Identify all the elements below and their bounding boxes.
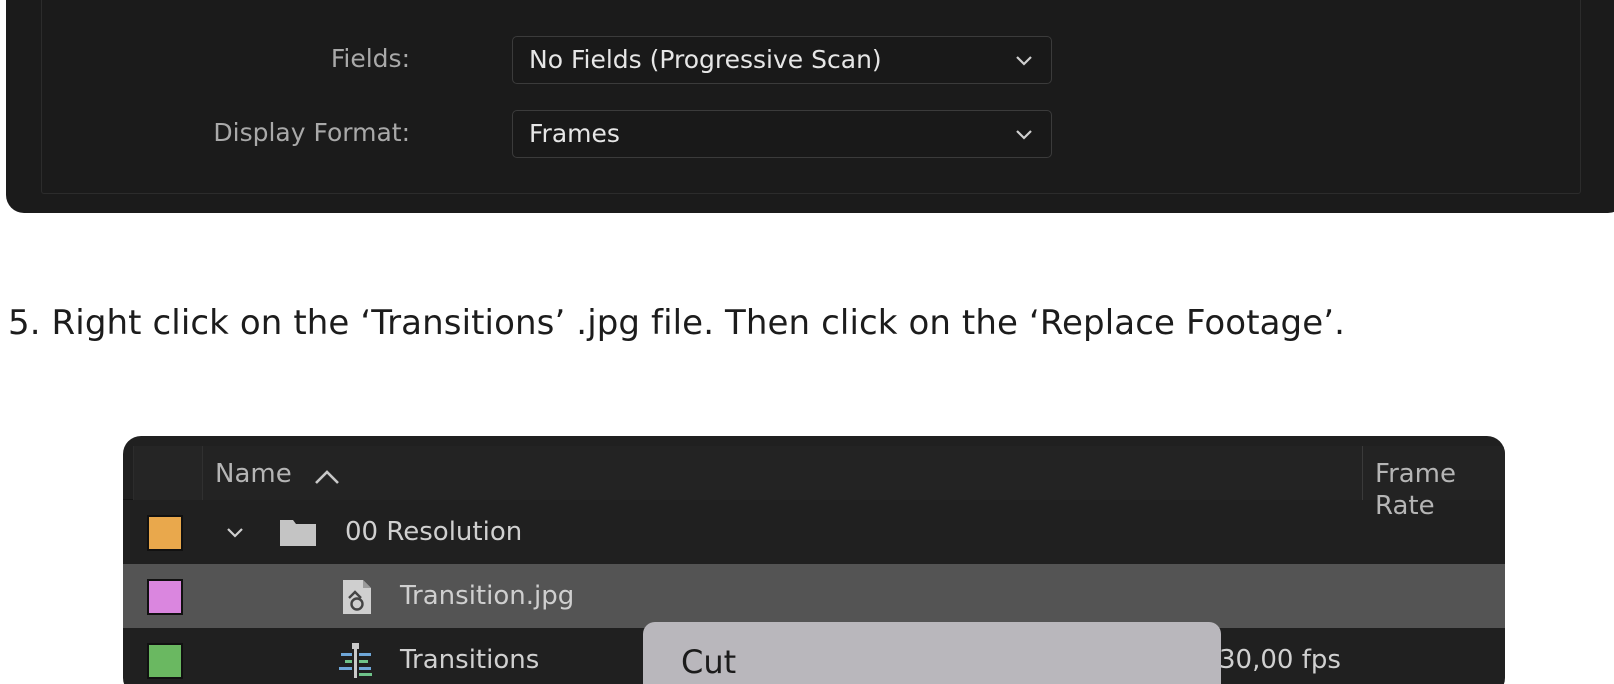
- display-format-dropdown[interactable]: Frames: [512, 110, 1052, 158]
- instruction-step-5: 5. Right click on the ‘Transitions’ .jpg…: [8, 303, 1346, 343]
- item-name: Transition.jpg: [400, 581, 575, 611]
- label-column-header[interactable]: [133, 446, 203, 500]
- frame-rate-column-header[interactable]: Frame Rate: [1363, 446, 1505, 521]
- project-item-00-resolution[interactable]: 00 Resolution: [123, 500, 1505, 564]
- chevron-down-icon[interactable]: [223, 522, 247, 542]
- chevron-down-icon: [1016, 130, 1032, 140]
- composition-icon: [339, 643, 372, 678]
- settings-group-box: Fields: No Fields (Progressive Scan) Dis…: [41, 0, 1581, 194]
- label-color-swatch[interactable]: [147, 579, 183, 615]
- item-name: Transitions: [400, 645, 540, 675]
- fields-label: Fields:: [330, 44, 410, 73]
- composition-settings-panel: Fields: No Fields (Progressive Scan) Dis…: [6, 0, 1614, 213]
- name-column-header[interactable]: Name: [203, 446, 1363, 500]
- display-format-label: Display Format:: [213, 118, 410, 147]
- fields-value: No Fields (Progressive Scan): [529, 45, 882, 74]
- project-item-transition-jpg[interactable]: Transition.jpg: [123, 564, 1505, 628]
- display-format-value: Frames: [529, 119, 620, 148]
- sort-ascending-icon[interactable]: [313, 468, 341, 486]
- label-color-swatch[interactable]: [147, 643, 183, 679]
- column-header-row: Name Frame Rate: [123, 436, 1505, 521]
- chevron-down-icon: [1016, 56, 1032, 66]
- folder-icon: [280, 520, 316, 546]
- context-menu: Cut: [643, 622, 1221, 684]
- item-frame-rate: 30,00 fps: [1219, 645, 1341, 675]
- name-column-title: Name: [215, 459, 292, 489]
- label-color-swatch[interactable]: [147, 515, 183, 551]
- item-name: 00 Resolution: [345, 517, 523, 547]
- fields-dropdown[interactable]: No Fields (Progressive Scan): [512, 36, 1052, 84]
- image-file-icon: [343, 580, 371, 614]
- menu-item-cut[interactable]: Cut: [681, 642, 736, 682]
